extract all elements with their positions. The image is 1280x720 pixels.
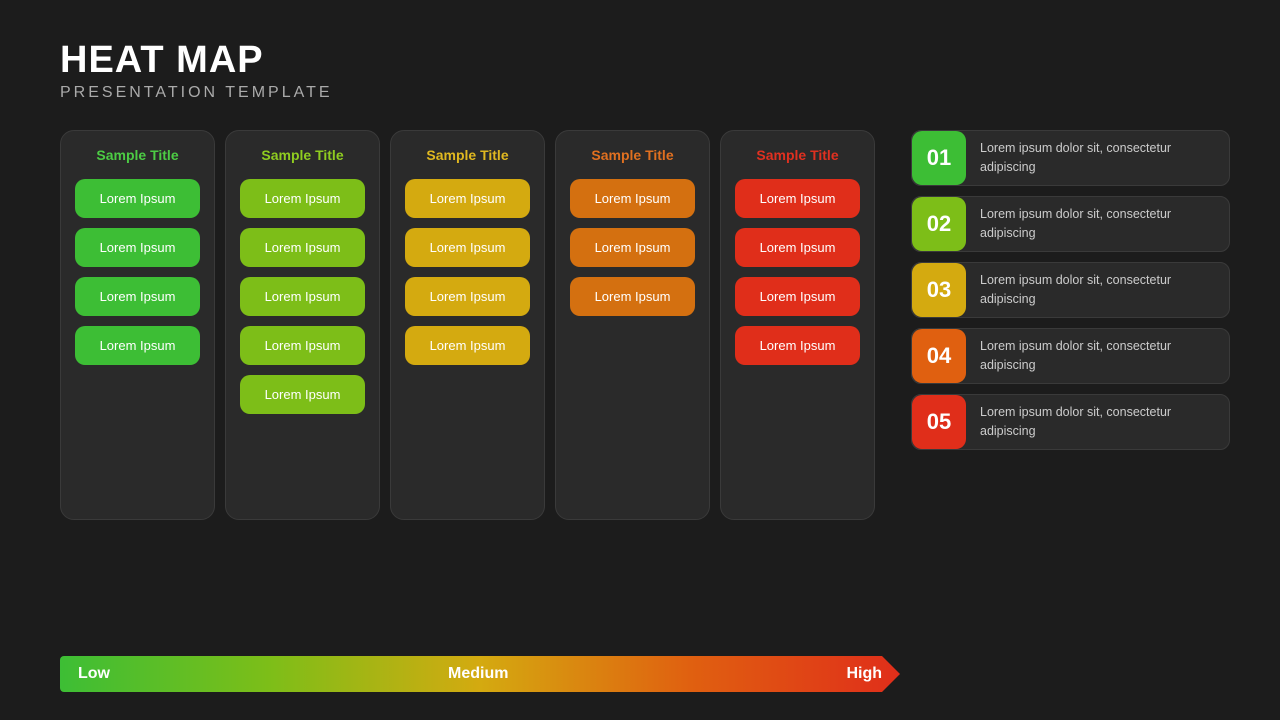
pill-3-1: Lorem Ipsum <box>570 228 695 267</box>
header: HEAT MAP PRESENTATION TEMPLATE <box>60 40 1230 102</box>
num-badge-2: 03 <box>912 263 966 317</box>
pill-3-2: Lorem Ipsum <box>570 277 695 316</box>
col-title-1: Sample Title <box>240 147 365 163</box>
legend-high: High <box>846 665 882 683</box>
legend-bar: Low Medium High <box>60 656 900 692</box>
pill-4-1: Lorem Ipsum <box>735 228 860 267</box>
legend-low: Low <box>78 665 110 683</box>
pill-4-2: Lorem Ipsum <box>735 277 860 316</box>
sub-title: PRESENTATION TEMPLATE <box>60 84 1230 102</box>
pill-1-3: Lorem Ipsum <box>240 326 365 365</box>
col-card-2: Sample Title Lorem Ipsum Lorem Ipsum Lorem … <box>390 130 545 520</box>
num-badge-0: 01 <box>912 131 966 185</box>
pill-2-2: Lorem Ipsum <box>405 277 530 316</box>
pill-2-1: Lorem Ipsum <box>405 228 530 267</box>
legend-area: Low Medium High <box>60 656 900 692</box>
col-card-1: Sample Title Lorem Ipsum Lorem Ipsum Lorem … <box>225 130 380 520</box>
main-title: HEAT MAP <box>60 40 1230 82</box>
col-title-3: Sample Title <box>570 147 695 163</box>
pill-1-0: Lorem Ipsum <box>240 179 365 218</box>
pill-1-4: Lorem Ipsum <box>240 375 365 414</box>
legend-medium: Medium <box>448 665 508 683</box>
num-text-2: Lorem ipsum dolor sit, consectetur adipi… <box>980 271 1213 309</box>
pill-2-3: Lorem Ipsum <box>405 326 530 365</box>
pill-0-1: Lorem Ipsum <box>75 228 200 267</box>
num-badge-1: 02 <box>912 197 966 251</box>
num-badge-4: 05 <box>912 395 966 449</box>
content-area: Sample Title Lorem Ipsum Lorem Ipsum Lorem … <box>60 130 1230 520</box>
columns-area: Sample Title Lorem Ipsum Lorem Ipsum Lorem … <box>60 130 875 520</box>
col-card-3: Sample Title Lorem Ipsum Lorem Ipsum Lorem … <box>555 130 710 520</box>
pill-0-2: Lorem Ipsum <box>75 277 200 316</box>
pill-4-0: Lorem Ipsum <box>735 179 860 218</box>
numbered-item-1: 02 Lorem ipsum dolor sit, consectetur adi… <box>911 196 1230 252</box>
numbered-item-0: 01 Lorem ipsum dolor sit, consectetur adi… <box>911 130 1230 186</box>
num-text-4: Lorem ipsum dolor sit, consectetur adipi… <box>980 403 1213 441</box>
pill-0-3: Lorem Ipsum <box>75 326 200 365</box>
pill-3-0: Lorem Ipsum <box>570 179 695 218</box>
col-card-0: Sample Title Lorem Ipsum Lorem Ipsum Lorem … <box>60 130 215 520</box>
page: HEAT MAP PRESENTATION TEMPLATE Sample Ti… <box>0 0 1280 720</box>
pill-4-3: Lorem Ipsum <box>735 326 860 365</box>
num-badge-3: 04 <box>912 329 966 383</box>
num-text-3: Lorem ipsum dolor sit, consectetur adipi… <box>980 337 1213 375</box>
numbered-item-3: 04 Lorem ipsum dolor sit, consectetur adi… <box>911 328 1230 384</box>
pill-0-0: Lorem Ipsum <box>75 179 200 218</box>
right-panel: 01 Lorem ipsum dolor sit, consectetur adi… <box>911 130 1230 450</box>
pill-1-2: Lorem Ipsum <box>240 277 365 316</box>
num-text-0: Lorem ipsum dolor sit, consectetur adipi… <box>980 139 1213 177</box>
numbered-item-2: 03 Lorem ipsum dolor sit, consectetur adi… <box>911 262 1230 318</box>
col-card-4: Sample Title Lorem Ipsum Lorem Ipsum Lorem … <box>720 130 875 520</box>
numbered-item-4: 05 Lorem ipsum dolor sit, consectetur adi… <box>911 394 1230 450</box>
col-title-2: Sample Title <box>405 147 530 163</box>
pill-1-1: Lorem Ipsum <box>240 228 365 267</box>
pill-2-0: Lorem Ipsum <box>405 179 530 218</box>
num-text-1: Lorem ipsum dolor sit, consectetur adipi… <box>980 205 1213 243</box>
col-title-4: Sample Title <box>735 147 860 163</box>
col-title-0: Sample Title <box>75 147 200 163</box>
